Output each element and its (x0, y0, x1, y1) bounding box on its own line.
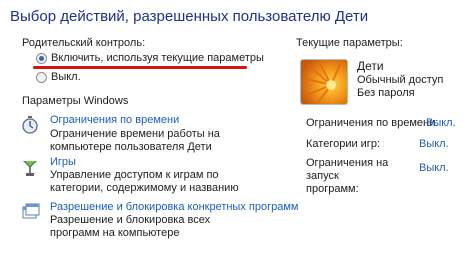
games-description: Управление доступом к играм по категории… (50, 169, 239, 194)
games-link[interactable]: Игры (50, 156, 76, 168)
radio-off-label[interactable]: Выкл. (51, 71, 81, 83)
programs-link[interactable]: Разрешение и блокировка конкретных прогр… (50, 201, 298, 213)
stopwatch-icon (22, 116, 38, 134)
radio-off[interactable] (36, 72, 47, 83)
radio-enable[interactable] (36, 53, 47, 64)
programs-description: Разрешение и блокировка всех программ на… (50, 214, 211, 239)
time-limits-link[interactable]: Ограничения по времени (50, 114, 179, 126)
program-limits-status-value[interactable]: Выкл. (419, 162, 449, 174)
time-limits-status-value[interactable]: Выкл. (426, 117, 456, 129)
user-name: Дети (357, 59, 384, 73)
time-limits-status-label: Ограничения по времени: (306, 117, 439, 129)
programs-icon (22, 203, 40, 219)
account-type: Обычный доступ (357, 74, 444, 86)
page-title: Выбор действий, разрешенных пользователю… (10, 8, 369, 25)
game-categories-status-value[interactable]: Выкл. (419, 138, 449, 150)
windows-settings-heading: Параметры Windows (22, 95, 129, 107)
radio-enable-label[interactable]: Включить, используя текущие параметры (51, 52, 264, 64)
parental-control-heading: Родительский контроль: (22, 37, 146, 49)
red-underline-annotation (33, 66, 247, 69)
password-status: Без пароля (357, 87, 415, 99)
games-icon (22, 159, 38, 176)
time-limits-description: Ограничение времени работы на компьютере… (50, 128, 220, 153)
current-settings-heading: Текущие параметры: (296, 37, 403, 49)
program-limits-status-label: Ограничения на запуск программ: (306, 157, 389, 195)
game-categories-status-label: Категории игр: (306, 138, 380, 150)
user-avatar (300, 59, 348, 105)
